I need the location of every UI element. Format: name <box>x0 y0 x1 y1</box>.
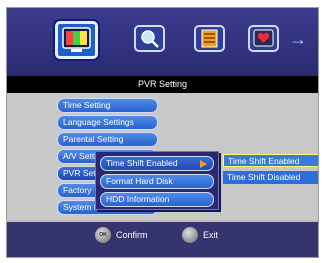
submenu-item-hdd-information[interactable]: HDD Information <box>100 192 214 207</box>
menu-item-language-settings[interactable]: Language Settings <box>57 115 158 130</box>
exit-button-icon <box>182 227 198 243</box>
submenu-item-format-hard-disk[interactable]: Format Hard Disk <box>100 174 214 189</box>
page-title: PVR Setting <box>7 76 318 93</box>
submenu-item-label: Time Shift Enabled <box>106 158 178 168</box>
tv-icon[interactable] <box>55 21 98 59</box>
option-time-shift-enabled[interactable]: Time Shift Enabled <box>223 154 318 167</box>
search-icon[interactable] <box>134 25 165 52</box>
menu-item-parental-setting[interactable]: Parental Setting <box>57 132 158 147</box>
pvr-submenu: Time Shift Enabled Format Hard Disk HDD … <box>95 151 219 210</box>
option-time-shift-disabled[interactable]: Time Shift Disabled <box>223 171 318 184</box>
ok-button-icon: OK <box>95 227 111 243</box>
exit-label: Exit <box>203 230 219 240</box>
exit-button[interactable]: Exit <box>182 227 218 243</box>
arrow-right-icon[interactable]: → <box>289 30 307 48</box>
icon-dock: → <box>7 8 318 76</box>
channel-list-icon[interactable] <box>194 25 225 52</box>
arrow-right-icon <box>200 160 207 168</box>
menu-item-time-setting[interactable]: Time Setting <box>57 98 158 113</box>
confirm-label: Confirm <box>116 230 148 240</box>
footer-bar <box>7 220 318 257</box>
confirm-button[interactable]: OK Confirm <box>95 227 148 243</box>
tv-screen: → PVR Setting Time Setting Language Sett… <box>6 7 319 258</box>
heart-icon[interactable] <box>248 25 279 52</box>
submenu-item-time-shift[interactable]: Time Shift Enabled <box>100 156 214 171</box>
